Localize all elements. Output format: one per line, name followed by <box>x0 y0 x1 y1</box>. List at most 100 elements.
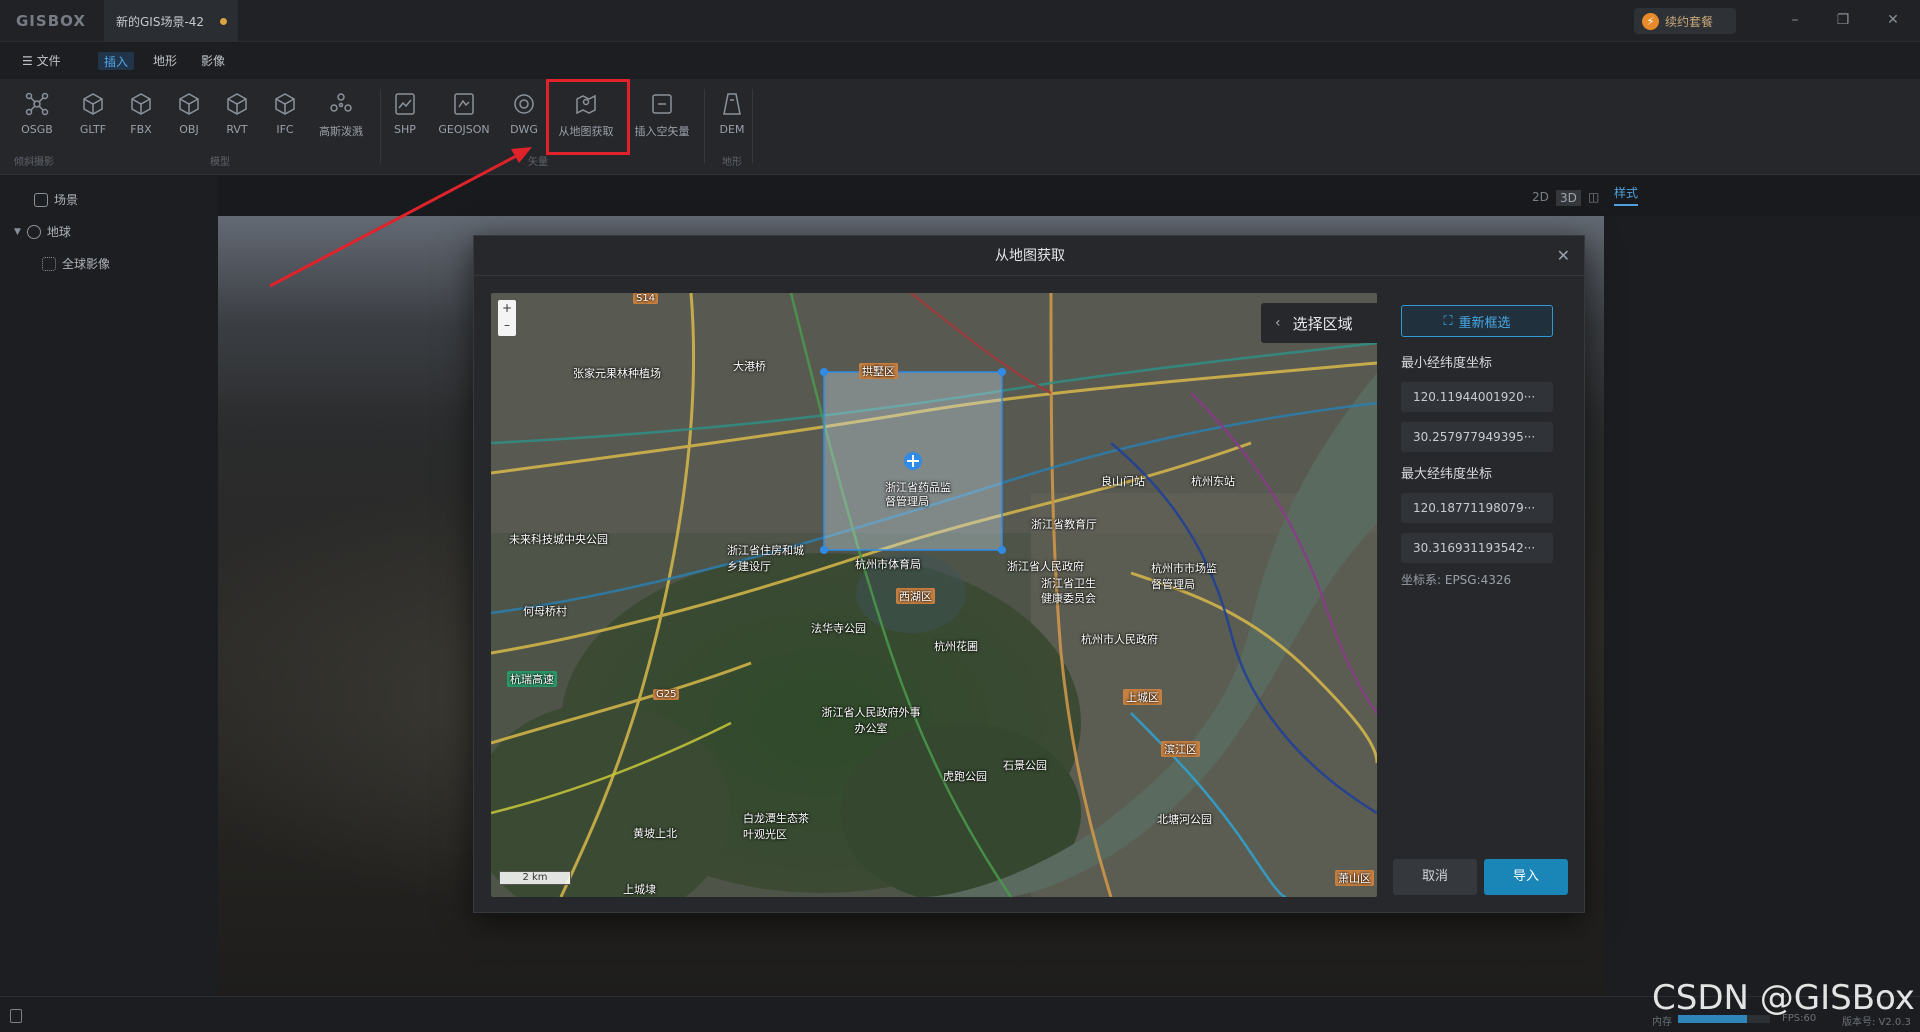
split-view-icon[interactable]: ◫ <box>1588 190 1599 204</box>
map-label-layer: 大港桥 拱墅区 浙江省药品监督管理局 浙江省教育厅 浙江省住房和城乡建设厅 杭州… <box>491 293 1377 897</box>
reselect-button[interactable]: ⛶ 重新框选 <box>1401 305 1553 337</box>
annotation-highlight-box <box>546 79 630 155</box>
scene-icon <box>34 192 48 207</box>
map-label: 良山门站 <box>1101 475 1145 488</box>
map-label: 杭州市体育局 <box>855 558 921 571</box>
insert-empty-vector-label: 插入空矢量 <box>634 125 690 138</box>
watermark: CSDN @GISBox <box>1652 978 1915 1018</box>
geojson-label: GEOJSON <box>438 123 490 136</box>
dem-label: DEM <box>719 123 745 136</box>
close-icon[interactable]: ✕ <box>1557 246 1570 265</box>
map-label: 石景公园 <box>1003 759 1047 772</box>
satellite-map[interactable]: 大港桥 拱墅区 浙江省药品监督管理局 浙江省教育厅 浙江省住房和城乡建设厅 杭州… <box>491 293 1377 897</box>
min-lat-field[interactable]: 30.257977949395··· <box>1401 422 1553 452</box>
app-logo: GISBOX <box>16 12 86 30</box>
empty-vector-icon <box>652 94 672 114</box>
tab-imagery[interactable]: 影像 <box>201 52 225 70</box>
fbx-button[interactable]: FBX <box>115 91 167 147</box>
max-lat-field[interactable]: 30.316931193542··· <box>1401 533 1553 563</box>
map-label: 杭州市人民政府 <box>1081 633 1158 646</box>
properties-panel <box>1604 216 1920 996</box>
dem-button[interactable]: DEM <box>706 91 758 147</box>
cube-icon <box>227 93 247 115</box>
group-terrain: 地形 <box>722 157 742 168</box>
select-area-panel[interactable]: ‹ 选择区域 <box>1261 303 1377 343</box>
gltf-label: GLTF <box>79 123 107 136</box>
map-label: 浙江省人民政府外事办公室 <box>821 706 921 735</box>
dwg-label: DWG <box>510 123 538 136</box>
map-label: 拱墅区 <box>859 363 898 379</box>
group-model: 模型 <box>210 157 230 168</box>
map-label: 浙江省药品监督管理局 <box>885 481 951 508</box>
file-menu-label: 文件 <box>36 54 61 68</box>
map-label: 浙江省住房和城乡建设厅 <box>727 544 804 573</box>
dwg-button[interactable]: DWG <box>498 91 550 147</box>
rvt-label: RVT <box>226 123 248 136</box>
shp-file-icon <box>395 93 415 115</box>
map-label: S14 <box>633 293 659 304</box>
shp-button[interactable]: SHP <box>379 91 431 147</box>
geojson-file-icon <box>454 93 474 115</box>
group-vector: 矢量 <box>528 157 548 168</box>
renew-plan-button[interactable]: ⚡ 续约套餐 <box>1634 8 1736 34</box>
tree-item-earth-label: 地球 <box>46 225 71 239</box>
cancel-button[interactable]: 取消 <box>1393 859 1477 895</box>
restore-icon[interactable]: ❐ <box>1832 10 1854 30</box>
unsaved-dot-icon <box>220 17 228 25</box>
import-button[interactable]: 导入 <box>1484 859 1568 895</box>
tab-insert[interactable]: 插入 <box>98 52 135 70</box>
cube-icon <box>131 93 151 115</box>
map-label: 杭州东站 <box>1191 475 1235 488</box>
zoom-control[interactable]: + – <box>498 300 516 336</box>
reselect-label: 重新框选 <box>1458 315 1511 331</box>
max-lon-field[interactable]: 120.18771198079··· <box>1401 493 1553 523</box>
ribbon-toolbar: OSGB GLTF FBX OBJ RVT IFC 高斯泼溅 SHP GEOJS… <box>0 79 1920 175</box>
obj-label: OBJ <box>179 123 199 136</box>
tree-item-scene[interactable]: 场景 <box>34 191 78 208</box>
max-coord-label: 最大经纬度坐标 <box>1401 467 1493 482</box>
caret-down-icon: ▼ <box>14 226 21 237</box>
tab-style[interactable]: 样式 <box>1614 184 1639 206</box>
rvt-button[interactable]: RVT <box>211 91 263 147</box>
select-area-label: 选择区域 <box>1292 314 1353 333</box>
map-label: 浙江省教育厅 <box>1031 518 1097 531</box>
fetch-from-map-dialog: 从地图获取 ✕ 大港桥 拱墅区 浙江省药品监督管理局 浙江省教育厅 浙江省住房和… <box>473 235 1586 913</box>
document-tab[interactable]: 新的GIS场景-42 <box>104 0 238 42</box>
tree-item-earth[interactable]: ▼ 地球 <box>14 223 71 240</box>
osgb-icon <box>25 92 49 116</box>
zoom-out-icon[interactable]: – <box>498 317 516 334</box>
geojson-button[interactable]: GEOJSON <box>438 91 490 147</box>
chevron-left-icon[interactable]: ‹ <box>1275 315 1281 331</box>
map-label: 杭州市市场监督管理局 <box>1151 562 1217 591</box>
map-label: 白龙潭生态茶叶观光区 <box>743 812 809 841</box>
map-label: 杭州花圃 <box>934 640 978 653</box>
view-2d-toggle[interactable]: 2D <box>1532 190 1549 204</box>
gaussian-splat-label: 高斯泼溅 <box>319 125 363 138</box>
zoom-in-icon[interactable]: + <box>498 300 516 317</box>
scene-tree-panel: 场景 ▼ 地球 全球影像 <box>0 176 218 996</box>
map-label: 法华寺公园 <box>811 622 866 635</box>
file-menu[interactable]: ☰ 文件 <box>22 52 61 70</box>
fbx-label: FBX <box>130 123 152 136</box>
close-window-icon[interactable]: ✕ <box>1882 10 1904 30</box>
minimize-icon[interactable]: – <box>1784 10 1806 30</box>
min-lon-field[interactable]: 120.11944001920··· <box>1401 382 1553 412</box>
gltf-button[interactable]: GLTF <box>67 91 119 147</box>
shp-label: SHP <box>394 123 416 136</box>
osgb-button[interactable]: OSGB <box>11 91 63 147</box>
splat-icon <box>330 93 352 112</box>
log-icon[interactable] <box>10 1009 22 1023</box>
ifc-label: IFC <box>276 123 294 136</box>
globe-icon <box>26 224 41 239</box>
insert-empty-vector-button[interactable]: 插入空矢量 <box>634 91 690 147</box>
gaussian-splat-button[interactable]: 高斯泼溅 <box>315 91 367 147</box>
obj-button[interactable]: OBJ <box>163 91 215 147</box>
map-label: 滨江区 <box>1161 741 1200 757</box>
tree-item-global-imagery[interactable]: 全球影像 <box>42 255 110 272</box>
tab-terrain[interactable]: 地形 <box>153 52 177 70</box>
map-label: 虎跑公园 <box>943 770 987 783</box>
view-3d-toggle[interactable]: 3D <box>1556 190 1581 206</box>
ifc-button[interactable]: IFC <box>259 91 311 147</box>
map-label: 黄坡上北 <box>633 827 677 840</box>
map-label: 未来科技城中央公园 <box>509 533 608 546</box>
